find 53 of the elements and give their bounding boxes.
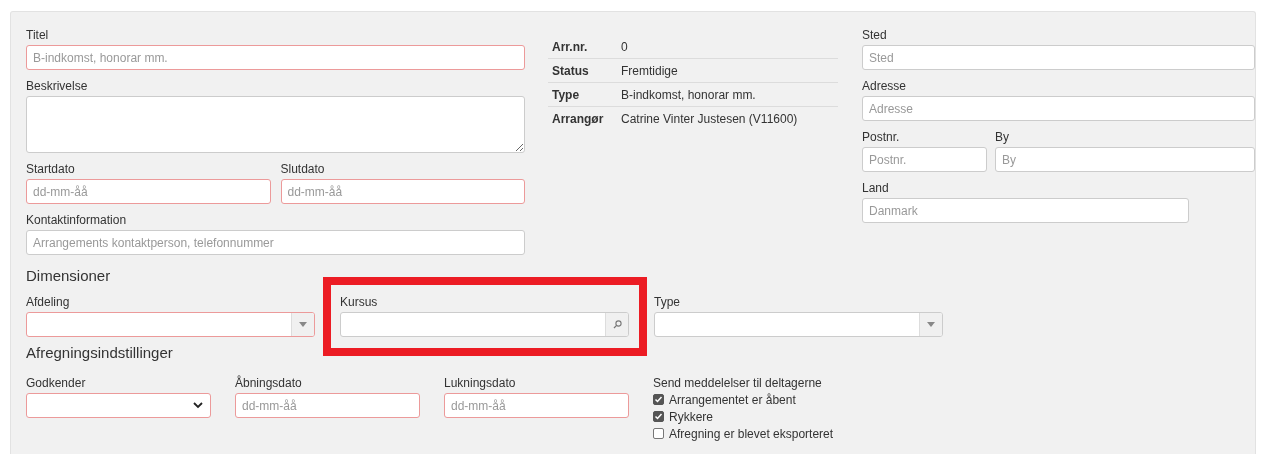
field-label: Send meddelelser til deltagerne [653, 375, 822, 391]
field-label: Adresse [862, 78, 907, 94]
date-field[interactable]: dd-mm-åå [280, 179, 525, 204]
search-icon [612, 320, 622, 329]
field-label: Sted [862, 27, 887, 43]
field-label: Beskrivelse [26, 78, 88, 94]
info-label: Arrangør [552, 111, 605, 126]
field-label: Åbningsdato [235, 375, 302, 391]
dropdown-field[interactable] [654, 312, 943, 337]
field-label: Afdeling [26, 294, 70, 310]
place-field[interactable]: Sted [862, 45, 1255, 70]
field-label: Startdato [26, 161, 75, 177]
section-heading: Dimensioner [26, 266, 111, 286]
field-label: Lukningsdato [444, 375, 516, 391]
chevron-icon [193, 402, 203, 409]
date-field[interactable]: dd-mm-åå [444, 393, 629, 418]
contact-field[interactable]: Arrangements kontaktperson, telefonnummer [26, 230, 525, 255]
checkbox[interactable] [653, 428, 664, 439]
checkbox[interactable] [653, 411, 664, 422]
caret-icon [299, 322, 307, 327]
info-value: Catrine Vinter Justesen (V11600) [621, 111, 798, 126]
address-field[interactable]: Adresse [862, 96, 1255, 121]
field-label: Type [654, 294, 680, 310]
lookup-field[interactable] [340, 312, 629, 337]
dropdown-field[interactable] [26, 312, 315, 337]
date-field[interactable]: dd-mm-åå [26, 179, 271, 204]
field-label: Postnr. [862, 129, 900, 145]
field-label: Godkender [26, 375, 86, 391]
field-label: Slutdato [280, 161, 325, 177]
field-label: By [995, 129, 1009, 145]
checkbox[interactable] [653, 394, 664, 405]
date-field[interactable]: dd-mm-åå [235, 393, 420, 418]
city-field[interactable]: By [995, 147, 1255, 172]
checkbox-label: Afregning er blevet eksporteret [669, 426, 834, 441]
field-label: Kursus [340, 294, 378, 310]
info-value: 0 [621, 39, 628, 54]
info-value: Fremtidige [621, 63, 678, 78]
info-label: Arr.nr. [552, 39, 589, 54]
postal-code-field[interactable]: Postnr. [862, 147, 987, 172]
info-value: B-indkomst, honorar mm. [621, 87, 756, 102]
field-label: Land [862, 180, 889, 196]
section-heading: Afregningsindstillinger [26, 343, 173, 363]
title-field[interactable]: B-indkomst, honorar mm. [26, 45, 525, 70]
checkbox-label: Arrangementet er åbent [669, 392, 796, 407]
description-field[interactable] [26, 96, 525, 153]
info-label: Status [552, 63, 590, 78]
checkbox-label: Rykkere [669, 409, 713, 424]
select-field[interactable] [26, 393, 211, 418]
info-label: Type [552, 87, 581, 102]
country-field[interactable]: Danmark [862, 198, 1189, 223]
field-label: Kontaktinformation [26, 212, 127, 228]
field-label: Titel [26, 27, 49, 43]
caret-icon [927, 322, 935, 327]
